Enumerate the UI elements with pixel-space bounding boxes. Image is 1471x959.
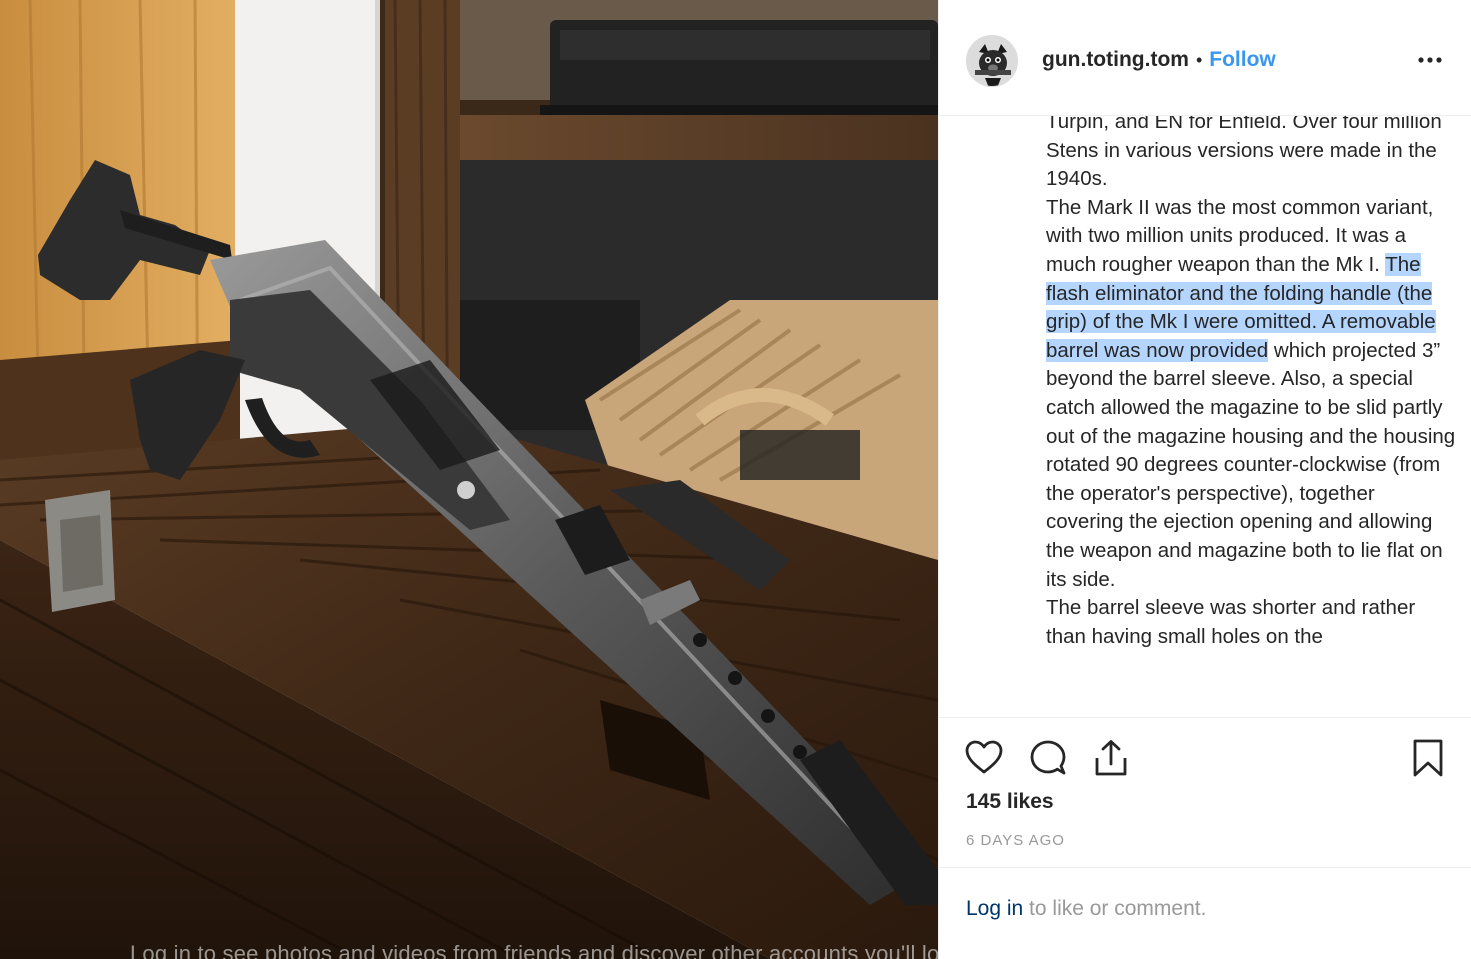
avatar[interactable]: [966, 35, 1018, 87]
avatar-image: [967, 36, 1017, 86]
more-options-icon[interactable]: [1416, 50, 1446, 70]
comment-icon[interactable]: [1028, 738, 1068, 778]
login-prompt: Log in to like or comment.: [966, 897, 1206, 921]
caption-text: Turpin, and EN for Enfield. Over four mi…: [1046, 116, 1456, 651]
caption-paragraph-1: Turpin, and EN for Enfield. Over four mi…: [1046, 116, 1442, 191]
post-photo[interactable]: Log in to see photos and videos from fri…: [0, 0, 938, 959]
photo-illustration: [0, 0, 938, 959]
caption-paragraph-2-start: The Mark II was the most common variant,…: [1046, 195, 1434, 276]
post-side-panel: gun.toting.tom • Follow Turpin, and EN f…: [938, 0, 1471, 959]
header-identity-line: gun.toting.tom • Follow: [1042, 44, 1276, 76]
username-link[interactable]: gun.toting.tom: [1042, 48, 1189, 72]
caption-paragraph-2: The Mark II was the most common variant,…: [1046, 194, 1456, 594]
login-link[interactable]: Log in: [966, 897, 1023, 920]
heart-icon[interactable]: [964, 738, 1004, 778]
share-icon[interactable]: [1091, 738, 1131, 778]
bookmark-icon[interactable]: [1408, 738, 1448, 778]
likes-count[interactable]: 145 likes: [966, 790, 1054, 814]
post-timestamp[interactable]: 6 DAYS AGO: [966, 832, 1065, 849]
instagram-post-window: Log in to see photos and videos from fri…: [0, 0, 1471, 959]
follow-button[interactable]: Follow: [1209, 48, 1276, 72]
login-prompt-text: to like or comment.: [1023, 897, 1207, 920]
caption-scroll-area[interactable]: Turpin, and EN for Enfield. Over four mi…: [939, 116, 1471, 718]
separator-dot: •: [1195, 49, 1203, 70]
caption-paragraph-3: The barrel sleeve was shorter and rather…: [1046, 596, 1416, 648]
post-actions: 145 likes 6 DAYS AGO: [939, 718, 1471, 868]
login-prompt-overlay-text: Log in to see photos and videos from fri…: [130, 941, 938, 959]
caption-paragraph-2-end: which projected 3” beyond the barrel sle…: [1046, 338, 1456, 591]
post-header: gun.toting.tom • Follow: [939, 0, 1471, 116]
